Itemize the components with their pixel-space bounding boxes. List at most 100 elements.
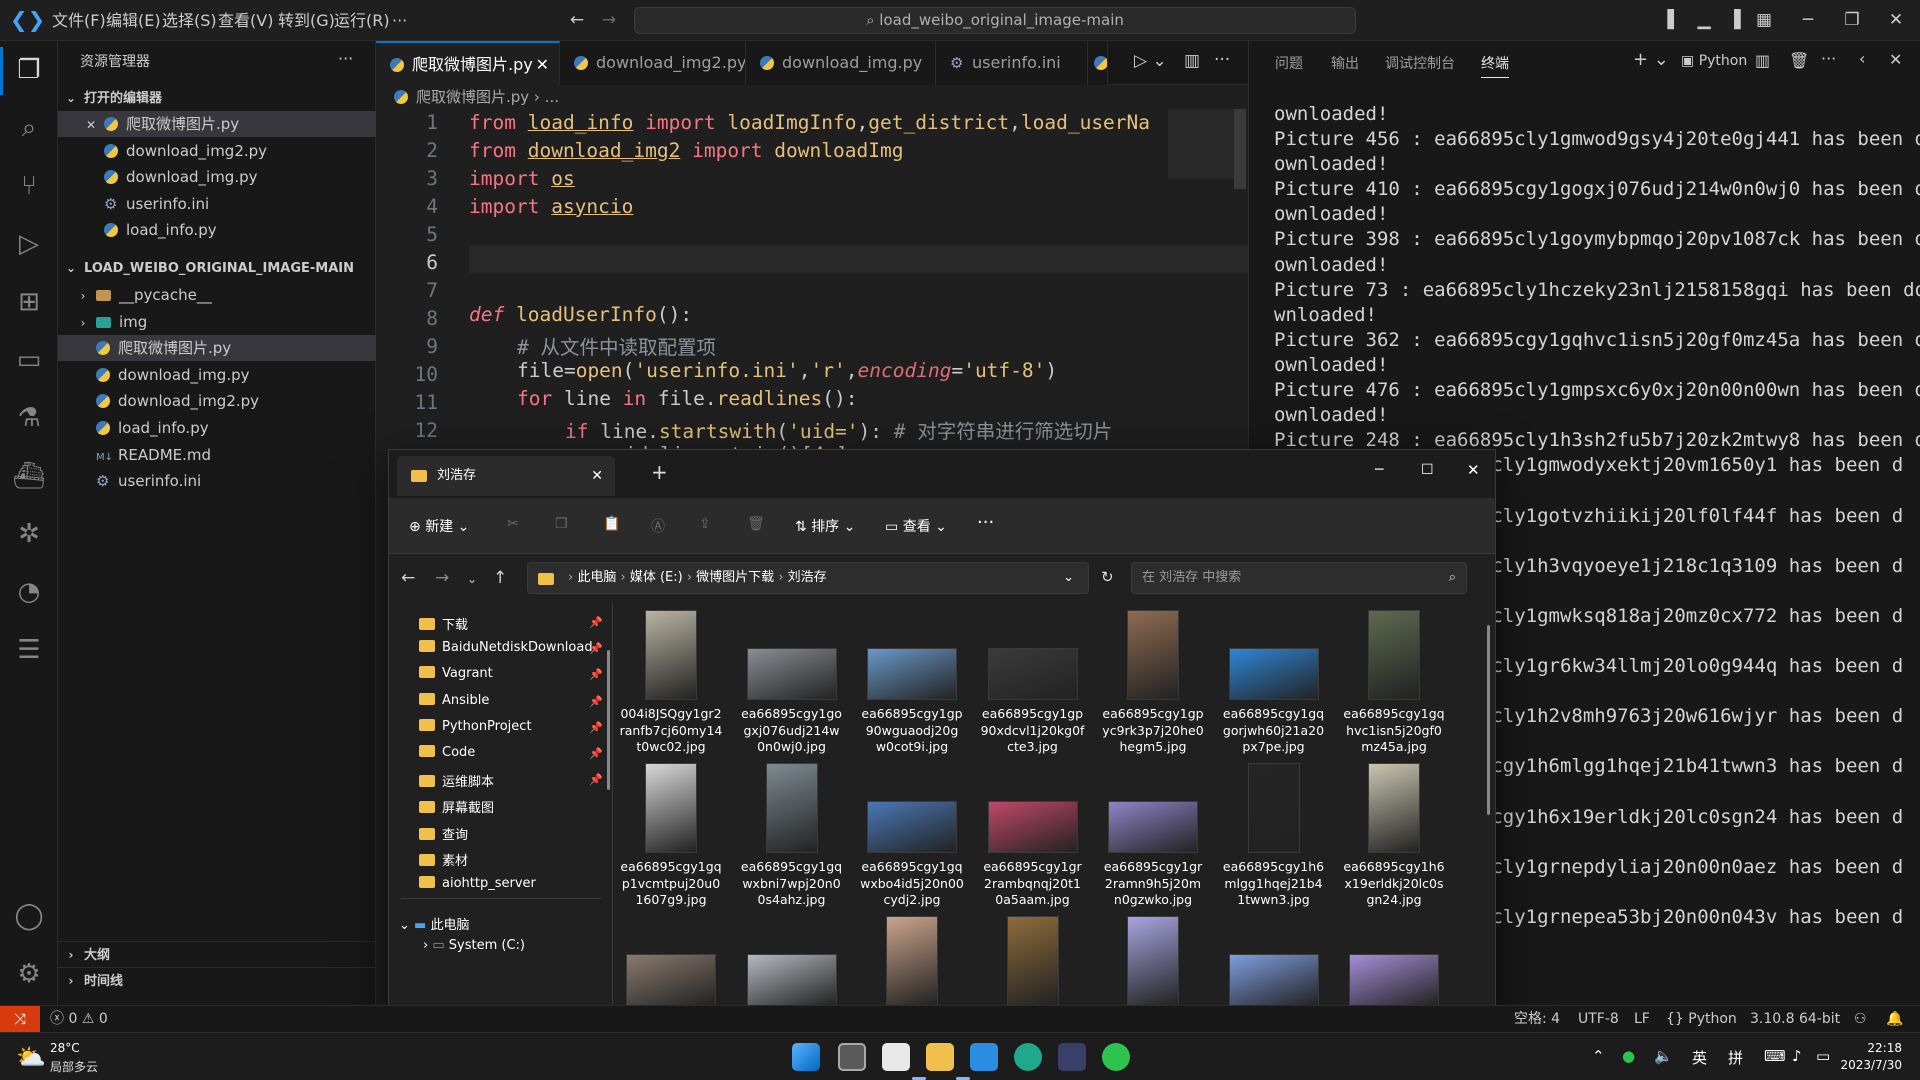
run-python-icon[interactable]: ▷ ⌄: [1134, 51, 1167, 71]
file-tile[interactable]: ea66895cgy1h6mlgg1hqej21b41twwn3.jpg: [1222, 761, 1326, 911]
nav-item[interactable]: aiohttp_server: [419, 876, 536, 891]
menu-item[interactable]: 选择(S): [162, 0, 217, 41]
split-terminal-icon[interactable]: ▥: [1755, 51, 1770, 70]
tab-debug-console[interactable]: 调试控制台: [1385, 53, 1455, 73]
editor-scrollbar[interactable]: [1234, 109, 1246, 189]
customize-layout-icon[interactable]: ▦: [1754, 10, 1774, 30]
tree-item[interactable]: › __pycache__: [58, 282, 376, 308]
tree-item[interactable]: download_img.py: [58, 362, 376, 388]
manage-gear-icon[interactable]: ⚙: [10, 955, 48, 993]
nav-this-pc[interactable]: ⌄ ▬ 此电脑: [399, 914, 469, 933]
extensions-icon[interactable]: ⊞: [10, 283, 48, 321]
pin-icon[interactable]: 📌: [589, 695, 603, 708]
kill-terminal-trash-icon[interactable]: 🗑: [1789, 51, 1809, 70]
panel-more-icon[interactable]: ···: [1821, 49, 1836, 68]
file-tile[interactable]: ea66895cgy1gpyc9rk3p7j20he0hegm5.jpg: [1101, 608, 1205, 758]
close-tab-icon[interactable]: ✕: [591, 456, 603, 496]
account-icon[interactable]: ◯: [10, 897, 48, 935]
file-tile[interactable]: ea66895cgy1h6x19erldkj20lc0sgn24.jpg: [1342, 761, 1446, 911]
explorer-icon[interactable]: ❐: [10, 51, 48, 89]
source-control-icon[interactable]: ⑂: [10, 167, 48, 205]
nav-item[interactable]: PythonProject: [419, 718, 532, 734]
tab-crawler-py[interactable]: 爬取微博图片.py ✕: [376, 41, 560, 85]
close-icon[interactable]: ✕: [84, 112, 98, 138]
file-tile[interactable]: 004i8JSQgy1gr2ranfb7cj60my14t0wc02.jpg: [619, 608, 723, 758]
toggle-panel-icon[interactable]: ▁: [1694, 10, 1714, 30]
pin-icon[interactable]: 📌: [589, 668, 603, 681]
menu-item[interactable]: 转到(G): [278, 0, 335, 41]
restore-icon[interactable]: ❐: [1842, 10, 1862, 30]
more-actions-icon[interactable]: ···: [338, 49, 353, 68]
search-icon[interactable]: ⌕: [10, 109, 48, 147]
rename-icon[interactable]: Ⓐ: [651, 516, 665, 536]
close-panel-icon[interactable]: ✕: [1889, 50, 1902, 69]
tab-output[interactable]: 输出: [1331, 53, 1359, 73]
share-icon[interactable]: ⇪: [699, 516, 711, 532]
address-segment[interactable]: 微博图片下载: [696, 570, 774, 585]
file-tile[interactable]: ea66895cgy1gp90xdcvl1j20kg0fcte3.jpg: [981, 608, 1085, 758]
ime-mode[interactable]: 拼: [1728, 1047, 1743, 1068]
file-tile[interactable]: ea66895cgy1gr2ramn9h5j20mn0gzwko.jpg: [1101, 761, 1205, 911]
command-center-search[interactable]: ⌕ load_weibo_original_image-main: [634, 7, 1356, 34]
chevron-down-icon[interactable]: ⌄: [1063, 563, 1074, 593]
file-tile[interactable]: ea66895cgy1gqp1vcmtpuj20u01607g9.jpg: [619, 761, 723, 911]
menu-item[interactable]: ···: [392, 0, 407, 41]
docker-icon[interactable]: ⛴: [10, 457, 48, 495]
minimap[interactable]: [1168, 109, 1234, 179]
code-editor[interactable]: 1 2 3 4 5 6 7 8 9 10 11 12 from load_info import lo…: [376, 109, 1248, 449]
problems-indicator[interactable]: ⓧ 0 ⚠ 0: [50, 1006, 108, 1033]
python-interpreter[interactable]: 3.10.8 64-bit: [1750, 1006, 1840, 1033]
file-tile[interactable]: ea66895cgy1gqwxbo4id5j20n00cydj2.jpg: [860, 761, 964, 911]
tree-item[interactable]: 爬取微博图片.py: [58, 335, 376, 362]
show-hidden-icons-icon[interactable]: ⌃: [1592, 1047, 1605, 1065]
remote-indicator-icon[interactable]: ⤨: [0, 1006, 40, 1032]
close-tab-icon[interactable]: ✕: [536, 43, 549, 85]
task-view-icon[interactable]: [838, 1043, 866, 1071]
tree-item[interactable]: download_img2.py: [58, 388, 376, 414]
nav-item[interactable]: Code: [419, 745, 475, 760]
maximize-icon[interactable]: ☐: [1421, 462, 1434, 478]
up-arrow-icon[interactable]: ↑: [493, 568, 507, 588]
tab-download-img[interactable]: download_img.py: [746, 41, 936, 85]
database-icon[interactable]: ☰: [10, 631, 48, 669]
new-button[interactable]: ⊕ 新建 ⌄: [409, 516, 469, 536]
file-tile[interactable]: ea66895cgy1gr2rambqnqj20t10a5aam.jpg: [981, 761, 1085, 911]
nav-item[interactable]: 下载: [419, 614, 468, 633]
feedback-icon[interactable]: ⚇: [1854, 1006, 1867, 1033]
nav-drive-c[interactable]: › ▭ System (C:): [423, 938, 525, 953]
project-header[interactable]: ⌄ LOAD_WEIBO_ORIGINAL_IMAGE-MAIN: [58, 255, 376, 281]
minimize-icon[interactable]: ─: [1375, 462, 1383, 478]
open-editor-item[interactable]: load_info.py: [58, 217, 376, 243]
paste-icon[interactable]: 📋: [603, 516, 620, 532]
back-arrow-icon[interactable]: ←: [401, 568, 415, 588]
file-tile[interactable]: ea66895cgy1gqwxbni7wpj20n00s4ahz.jpg: [740, 761, 844, 911]
open-editor-item[interactable]: download_img2.py: [58, 138, 376, 164]
testing-icon[interactable]: ⚗: [10, 399, 48, 437]
tree-item[interactable]: › img: [58, 309, 376, 335]
file-tile[interactable]: ea66895cgy1gqhvc1isn5j20gf0mz45a.jpg: [1342, 608, 1446, 758]
nav-item[interactable]: 运维脚本: [419, 771, 494, 790]
terminal-app-icon[interactable]: [882, 1043, 910, 1071]
file-explorer-icon[interactable]: [926, 1043, 954, 1071]
nav-item[interactable]: Vagrant: [419, 666, 493, 681]
tab-userinfo-ini[interactable]: ⚙ userinfo.ini: [936, 41, 1088, 85]
editor-more-icon[interactable]: ···: [1214, 50, 1230, 70]
forward-arrow-icon[interactable]: →: [435, 568, 449, 588]
clock-date[interactable]: 2023/7/30: [1832, 1058, 1902, 1072]
file-tile[interactable]: ea66895cgy1gogxj076udj214w0n0wj0.jpg: [740, 608, 844, 758]
end-of-line[interactable]: LF: [1634, 1006, 1650, 1033]
wechat-tray-icon[interactable]: ●: [1622, 1047, 1635, 1065]
nav-item[interactable]: 素材: [419, 850, 468, 869]
toggle-secondary-sidebar-icon[interactable]: ▐: [1724, 10, 1744, 30]
explorer-search-input[interactable]: 在 刘浩存 中搜索 ⌕: [1131, 562, 1467, 594]
run-debug-icon[interactable]: ▷: [10, 225, 48, 263]
file-tile[interactable]: ea66895cgy1gqgorjwh60j21a20px7pe.jpg: [1222, 608, 1326, 758]
toggle-primary-sidebar-icon[interactable]: ▌: [1664, 10, 1684, 30]
pin-icon[interactable]: 📌: [589, 616, 603, 629]
app-icon[interactable]: [1058, 1043, 1086, 1071]
menu-item[interactable]: 编辑(E): [106, 0, 161, 41]
tab-problems[interactable]: 问题: [1275, 53, 1303, 73]
menu-item[interactable]: 文件(F): [52, 0, 106, 41]
address-segment[interactable]: 媒体 (E:): [630, 570, 683, 585]
vscode-icon[interactable]: [970, 1043, 998, 1071]
